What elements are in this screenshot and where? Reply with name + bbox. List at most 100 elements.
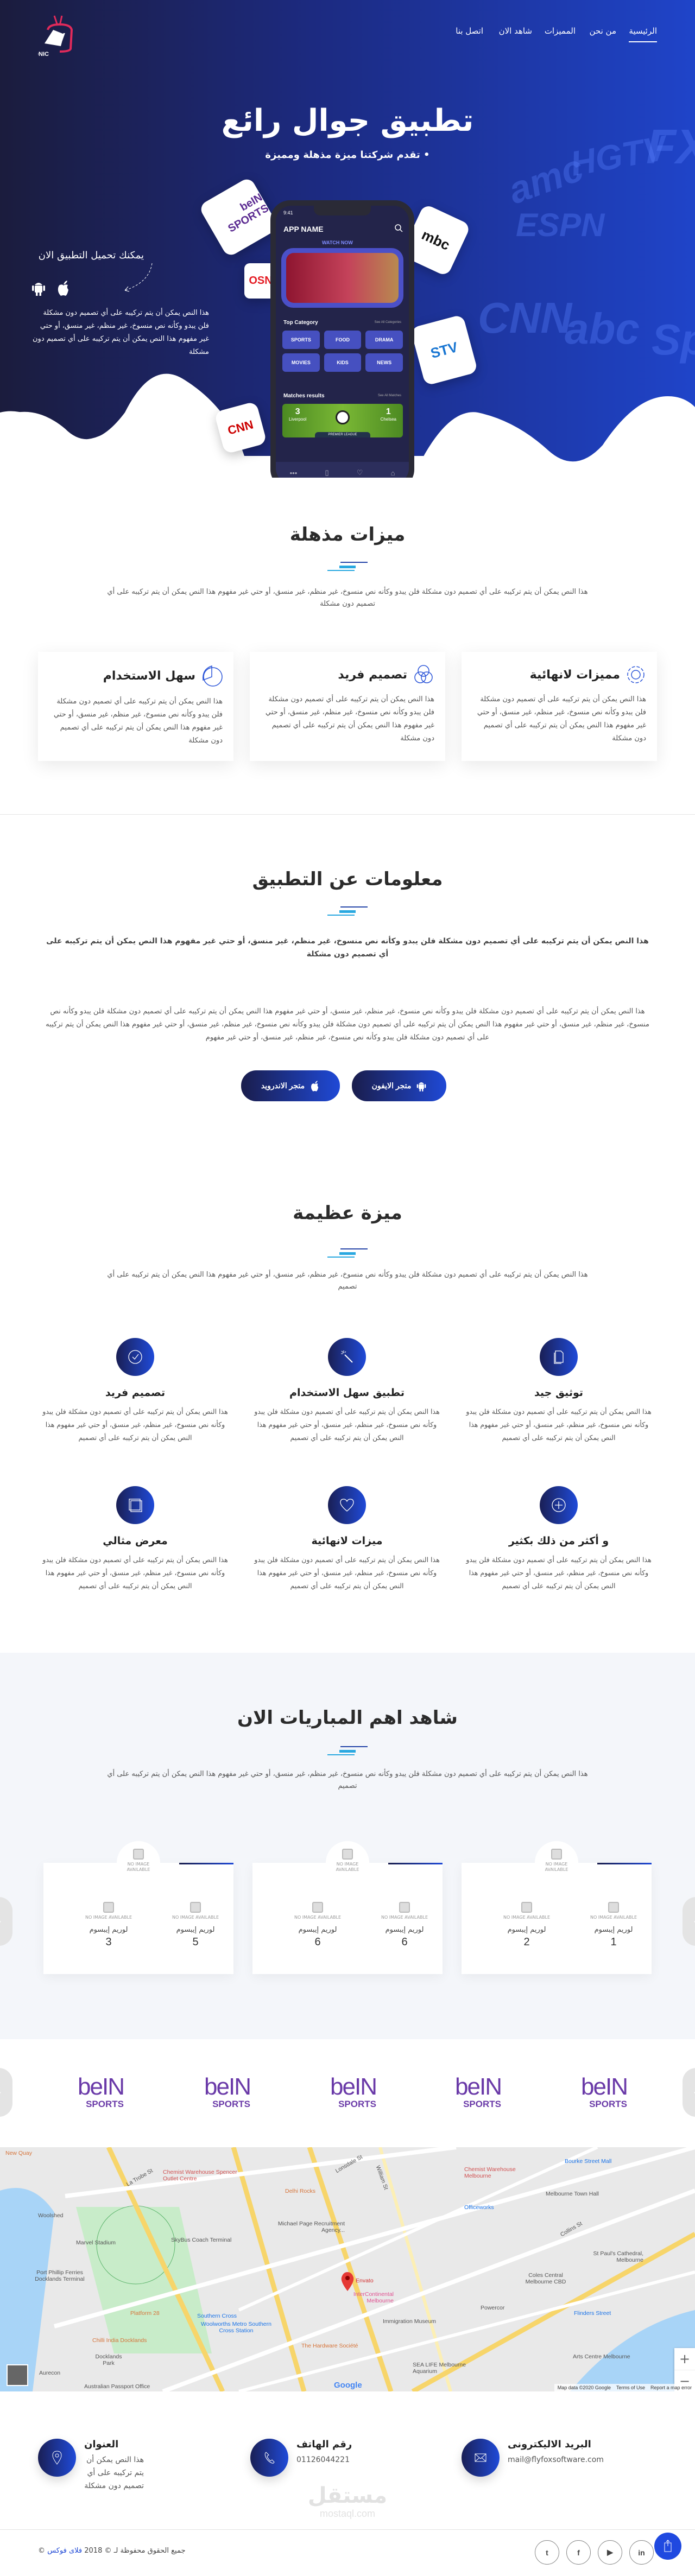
team-name: لوريم إيبسوم — [298, 1926, 337, 1934]
google-map[interactable]: New Quay La Trobe St Chemist Warehouse S… — [0, 2147, 695, 2391]
android-store-button[interactable]: متجر الاندرويد — [241, 1070, 340, 1101]
feature-card: مميزات لانهائية هذا النص يمكن أن يتم ترك… — [462, 652, 657, 761]
title-underline — [327, 562, 368, 572]
tv-icon: ▯ — [325, 468, 329, 477]
partner-logo-bein[interactable]: beIN SPORTS — [186, 2073, 250, 2109]
great-title: ميزة عظيمة — [293, 1202, 402, 1224]
phone-icon — [250, 2439, 288, 2477]
contact-email-title: البريد الاليكترونى — [508, 2439, 591, 2450]
carousel-next-button[interactable]: › — [683, 1897, 695, 1946]
map-label: Powercor — [481, 2305, 505, 2311]
contact-address-title: العنوان — [84, 2439, 119, 2450]
map-label: Chemist Warehouse Spencer Outlet Centre — [163, 2169, 237, 2182]
nav-home[interactable]: الرئيسية — [629, 26, 657, 42]
feature-card-text: هذا النص يمكن أن يتم تركيبه على أي تصميم… — [477, 695, 646, 743]
phone-tab-bar: ⌂ ♡ ▯ ••• — [276, 462, 409, 478]
image-placeholder-icon — [312, 1902, 323, 1913]
heart-icon — [328, 1486, 366, 1524]
nav-watch-now[interactable]: شاهد الان — [499, 26, 532, 36]
facebook-icon[interactable]: facebookf — [566, 2540, 591, 2565]
scroll-top-button[interactable] — [654, 2533, 681, 2560]
report-error-link[interactable]: Report a map error — [650, 2385, 692, 2390]
linkedin-icon[interactable]: linkedinin — [629, 2540, 654, 2565]
partner-logo-bein[interactable]: beIN SPORTS — [437, 2073, 501, 2109]
feature-item-text: هذا النص يمكن أن يتم تركيبه على أي تصميم… — [466, 1407, 652, 1442]
soccer-ball-icon — [336, 410, 350, 424]
zoom-in-button[interactable]: + — [674, 2348, 695, 2370]
map-label: Delhi Rocks — [285, 2188, 316, 2194]
team-name: لوريم إيبسوم — [176, 1926, 215, 1934]
nav-about[interactable]: من نحن — [590, 26, 617, 36]
away-score: 1 — [386, 407, 391, 416]
map-label: Envato — [356, 2277, 374, 2284]
map-label: Officeworks — [464, 2204, 494, 2211]
about-title: معلومات عن التطبيق — [252, 868, 443, 890]
features-title: ميزات مذهلة — [289, 524, 406, 545]
map-pin-icon[interactable] — [340, 2272, 355, 2292]
partner-logo-bein[interactable]: beIN SPORTS — [563, 2073, 627, 2109]
phone-notch — [314, 206, 371, 215]
image-placeholder-icon — [551, 1849, 562, 1860]
android-icon[interactable] — [31, 280, 46, 297]
no-image-label: NO IMAGE AVAILABLE — [127, 1862, 150, 1872]
phone-mockup: 9:41 APP NAME WATCH NOW Top Category See… — [270, 200, 414, 478]
match-card[interactable]: NO IMAGE AVAILABLE NO IMAGE AVAILABLE لور… — [252, 1841, 443, 1974]
partner-logo-bein[interactable]: beIN SPORTS — [60, 2073, 124, 2109]
google-logo: Google — [334, 2381, 362, 2390]
team-score: 2 — [523, 1936, 530, 1948]
partner-logo-bein[interactable]: beIN SPORTS — [312, 2073, 376, 2109]
image-placeholder-icon — [399, 1902, 410, 1913]
feature-item-title: ميزات لانهائية — [311, 1535, 383, 1547]
apple-icon[interactable] — [56, 280, 71, 297]
contact-phone-value[interactable]: 01126044221 — [296, 2453, 352, 2466]
feature-card-title: تصميم فريد — [338, 668, 407, 682]
contact-email-value[interactable]: mail@flyfoxsoftware.com — [508, 2453, 604, 2466]
map-label: The Hardware Société — [301, 2343, 358, 2349]
nav-contact[interactable]: اتصل بنا — [456, 26, 483, 36]
map-label: Woolworths Metro Southern Cross Station — [201, 2321, 271, 2334]
iphone-store-button[interactable]: متجر الايفون — [352, 1070, 446, 1101]
match-card[interactable]: NO IMAGE AVAILABLE NO IMAGE AVAILABLE لور… — [462, 1841, 652, 1974]
map-label: Coles Central Melbourne CBD — [525, 2272, 566, 2285]
no-image-label: NO IMAGE AVAILABLE — [590, 1915, 637, 1920]
contact-phone: رقم الهاتف 01126044221 — [250, 2439, 352, 2477]
away-team: Chelsea — [380, 417, 396, 422]
footer-divider — [0, 2529, 695, 2530]
dashed-arrow-icon — [124, 263, 153, 292]
magic-wand-icon — [328, 1338, 366, 1376]
phone-app-name: APP NAME — [283, 225, 324, 233]
category-tile: FOOD — [324, 331, 362, 349]
gallery-icon — [116, 1486, 154, 1524]
feature-item-text: هذا النص يمكن أن يتم تركيبه على أي تصميم… — [42, 1407, 228, 1442]
partners-prev-button[interactable]: ‹ — [0, 2068, 12, 2117]
satellite-toggle[interactable] — [7, 2364, 28, 2386]
image-placeholder-icon — [608, 1902, 619, 1913]
phone-search-icon — [395, 224, 403, 232]
feature-card: سهل الاستخدام هذا النص يمكن أن يتم تركيب… — [38, 652, 233, 761]
youtube-icon[interactable]: youtube▶ — [598, 2540, 622, 2565]
carousel-prev-button[interactable]: ‹ — [0, 1897, 12, 1946]
nav-features[interactable]: المميزات — [545, 26, 576, 36]
title-underline — [327, 906, 368, 916]
document-icon — [540, 1338, 578, 1376]
great-intro: هذا النص يمكن أن يتم تركيبه على أي تصميم… — [107, 1271, 588, 1291]
svg-text:SONIC: SONIC — [38, 51, 49, 57]
image-placeholder-icon — [103, 1902, 114, 1913]
sonic-tv-logo-icon: TV SONIC — [30, 15, 73, 58]
company-link[interactable]: فلاى فوكس — [47, 2547, 82, 2555]
about-body: هذا النص يمكن أن يتم تركيبه على أي تصميم… — [46, 1007, 649, 1042]
partners-next-button[interactable]: › — [683, 2068, 695, 2117]
twitter-icon[interactable]: twittert — [535, 2540, 559, 2565]
gear-icon — [627, 666, 645, 683]
match-league-image: NO IMAGE AVAILABLE — [117, 1841, 160, 1885]
bg-channel-cnn: CNN — [478, 294, 572, 342]
phone-screen: 9:41 APP NAME WATCH NOW Top Category See… — [276, 206, 409, 478]
terms-link[interactable]: Terms of Use — [616, 2385, 645, 2390]
feature-item-title: معرض مثالي — [103, 1535, 168, 1547]
logo[interactable]: TV SONIC — [30, 14, 87, 58]
phone-match-card: 3 Liverpool 1 Chelsea PREMIER LEAGUE — [282, 404, 403, 437]
match-card[interactable]: NO IMAGE AVAILABLE NO IMAGE AVAILABLE لور… — [43, 1841, 233, 1974]
map-label: Chilli India Docklands — [92, 2337, 147, 2344]
hero-title: تطبيق جوال رائع — [221, 103, 474, 138]
feature-card-title: سهل الاستخدام — [103, 669, 195, 683]
